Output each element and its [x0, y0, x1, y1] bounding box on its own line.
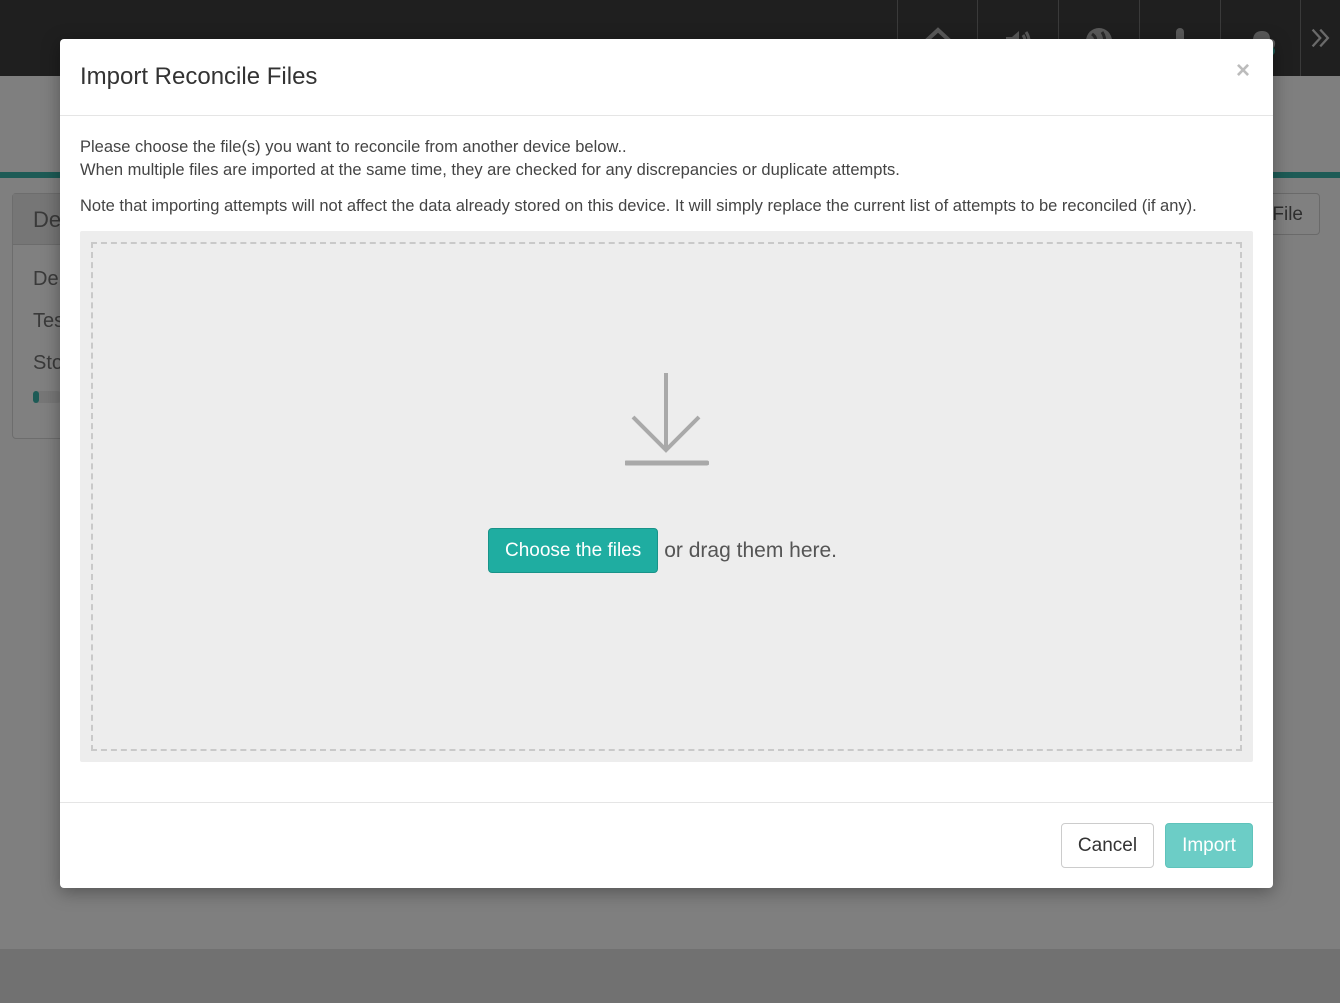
import-button[interactable]: Import: [1165, 823, 1253, 868]
panel-title: De: [33, 207, 62, 232]
modal-title: Import Reconcile Files: [80, 63, 318, 90]
close-icon[interactable]: ×: [1233, 57, 1253, 85]
storage-progress-bar: [33, 391, 63, 403]
file-dropzone[interactable]: Choose the files or drag them here.: [80, 231, 1253, 762]
modal-body: Please choose the file(s) you want to re…: [80, 136, 1253, 218]
panel-row-label: Sto: [33, 352, 64, 374]
drag-hint-text: or drag them here.: [664, 538, 838, 562]
dropzone-actions: Choose the files or drag them here.: [488, 528, 837, 573]
panel-row-label: De: [33, 268, 59, 290]
import-reconcile-modal: Import Reconcile Files × Please choose t…: [60, 39, 1273, 888]
modal-footer: Cancel Import: [60, 802, 1273, 889]
choose-files-button[interactable]: Choose the files: [488, 528, 659, 573]
instruction-text: Please choose the file(s) you want to re…: [80, 138, 627, 156]
download-icon: [625, 373, 709, 466]
instruction-text: When multiple files are imported at the …: [80, 161, 900, 179]
modal-header: Import Reconcile Files ×: [60, 39, 1273, 116]
note-text: Note that importing attempts will not af…: [80, 197, 1197, 215]
page-footer: [0, 949, 1340, 1003]
double-chevron-right-icon[interactable]: [1300, 0, 1340, 76]
cancel-button[interactable]: Cancel: [1061, 823, 1154, 868]
file-button-label: File: [1272, 204, 1303, 225]
dropzone-border: [91, 242, 1242, 751]
